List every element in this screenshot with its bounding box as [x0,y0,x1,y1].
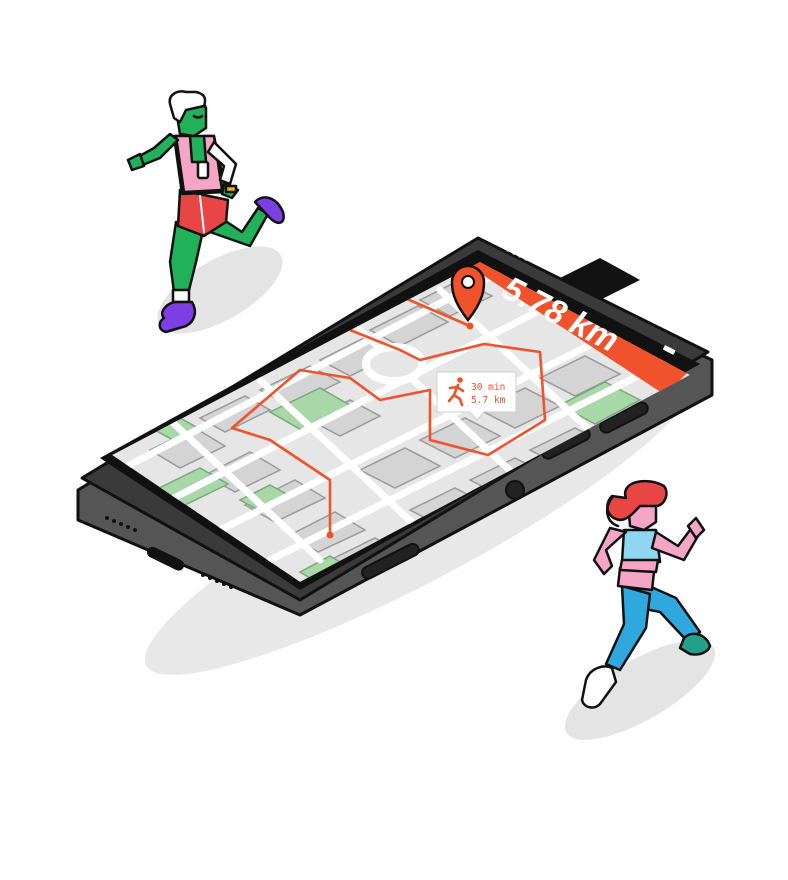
tooltip-time: 30 min [471,382,505,393]
illustration-scene: 5.78 km 30 min 5.7 km [76,90,716,740]
mute-switch [505,480,525,500]
roundabout [362,343,426,385]
route-end-dot [466,322,474,330]
tooltip-distance: 5.7 km [471,395,506,406]
route-start-dot [326,531,334,539]
